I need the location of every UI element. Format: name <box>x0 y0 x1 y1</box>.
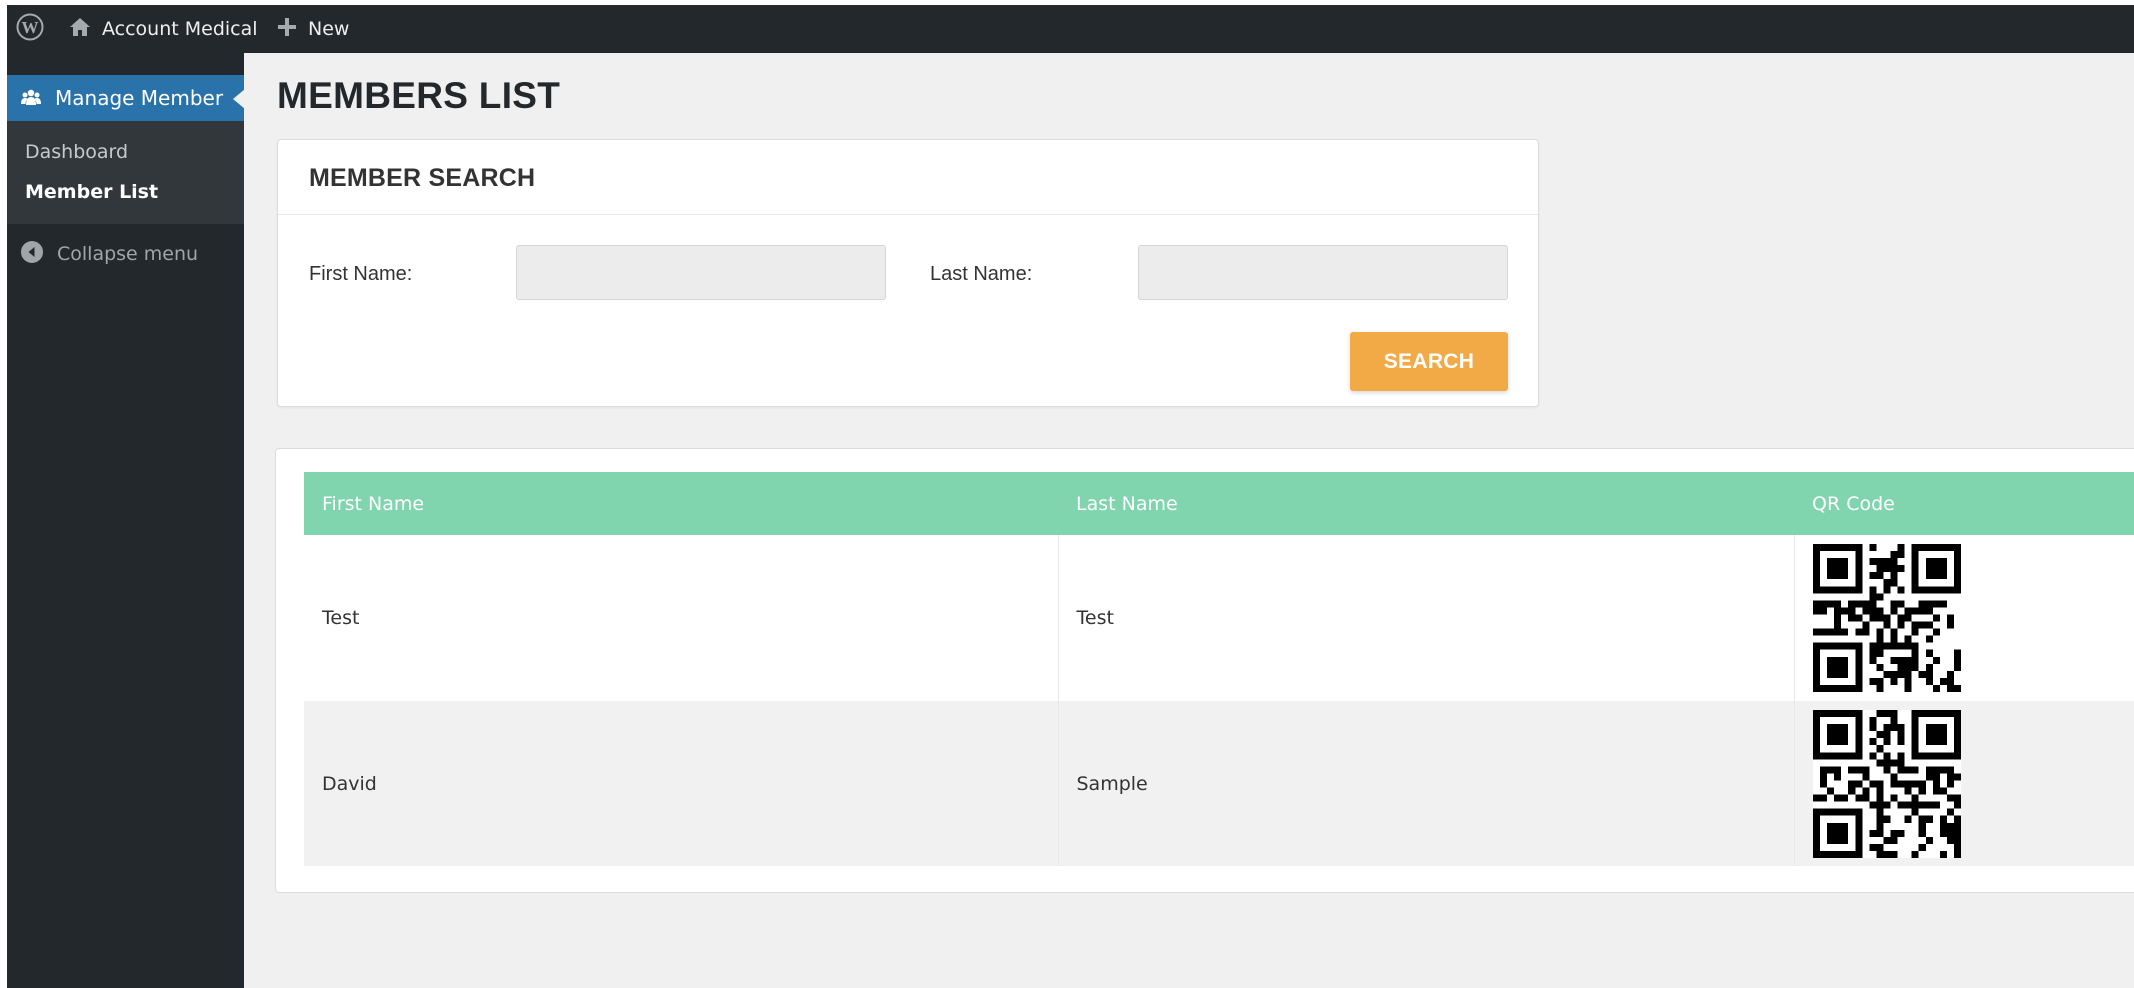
collapse-arrow-icon <box>21 241 43 267</box>
header-first-name[interactable]: First Name <box>304 472 1058 535</box>
cell-last-name: Sample <box>1058 701 1795 866</box>
header-qr-code[interactable]: QR Code <box>1794 472 2134 535</box>
members-table-panel: First Name Last Name QR Code Test Test D… <box>275 448 2134 893</box>
page-title: MEMBERS LIST <box>277 75 561 116</box>
collapse-menu-label: Collapse menu <box>57 243 199 265</box>
last-name-input[interactable] <box>1138 245 1508 300</box>
collapse-menu-button[interactable]: Collapse menu <box>21 241 198 267</box>
menu-manage-member-label: Manage Member <box>55 86 224 110</box>
submenu: Dashboard Member List <box>7 121 244 224</box>
member-search-panel: MEMBER SEARCH First Name: Last Name: SEA… <box>277 139 1539 407</box>
last-name-label: Last Name: <box>930 263 1033 285</box>
wordpress-logo-icon: W <box>16 13 44 45</box>
plus-icon <box>278 18 296 40</box>
new-content-link[interactable]: New <box>278 5 349 53</box>
users-icon <box>21 89 41 107</box>
site-name-link[interactable]: Account Medical <box>69 5 258 53</box>
qr-code-icon[interactable] <box>1812 544 1961 692</box>
site-name: Account Medical <box>102 18 258 40</box>
table-header-row: First Name Last Name QR Code <box>304 472 2134 535</box>
first-name-label: First Name: <box>309 263 413 285</box>
home-icon <box>69 17 91 41</box>
cell-qr-code <box>1794 535 2134 701</box>
wordpress-menu[interactable]: W <box>16 5 44 53</box>
admin-bar: W Account Medical New <box>7 5 2134 53</box>
cell-first-name: David <box>304 701 1059 866</box>
header-last-name[interactable]: Last Name <box>1058 472 1794 535</box>
table-row: Test Test <box>304 535 2134 701</box>
cell-qr-code <box>1794 701 2134 866</box>
table-row: David Sample <box>304 701 2134 866</box>
first-name-input[interactable] <box>516 245 886 300</box>
member-search-header: MEMBER SEARCH <box>278 140 1538 215</box>
search-button[interactable]: SEARCH <box>1350 332 1508 391</box>
cell-last-name: Test <box>1058 535 1795 701</box>
submenu-item-member-list[interactable]: Member List <box>25 181 158 203</box>
new-label: New <box>308 18 350 40</box>
menu-manage-member[interactable]: Manage Member <box>7 75 245 121</box>
app-frame: W Account Medical New Manage Member Dash… <box>7 5 2134 988</box>
admin-sidebar: Manage Member Dashboard Member List Coll… <box>7 53 245 988</box>
svg-text:W: W <box>22 18 39 37</box>
cell-first-name: Test <box>304 535 1059 701</box>
menu-current-pointer <box>233 89 245 109</box>
qr-code-icon[interactable] <box>1812 709 1961 858</box>
members-table: First Name Last Name QR Code Test Test D… <box>304 472 2134 866</box>
submenu-item-dashboard[interactable]: Dashboard <box>25 141 128 163</box>
member-search-title: MEMBER SEARCH <box>309 164 536 192</box>
